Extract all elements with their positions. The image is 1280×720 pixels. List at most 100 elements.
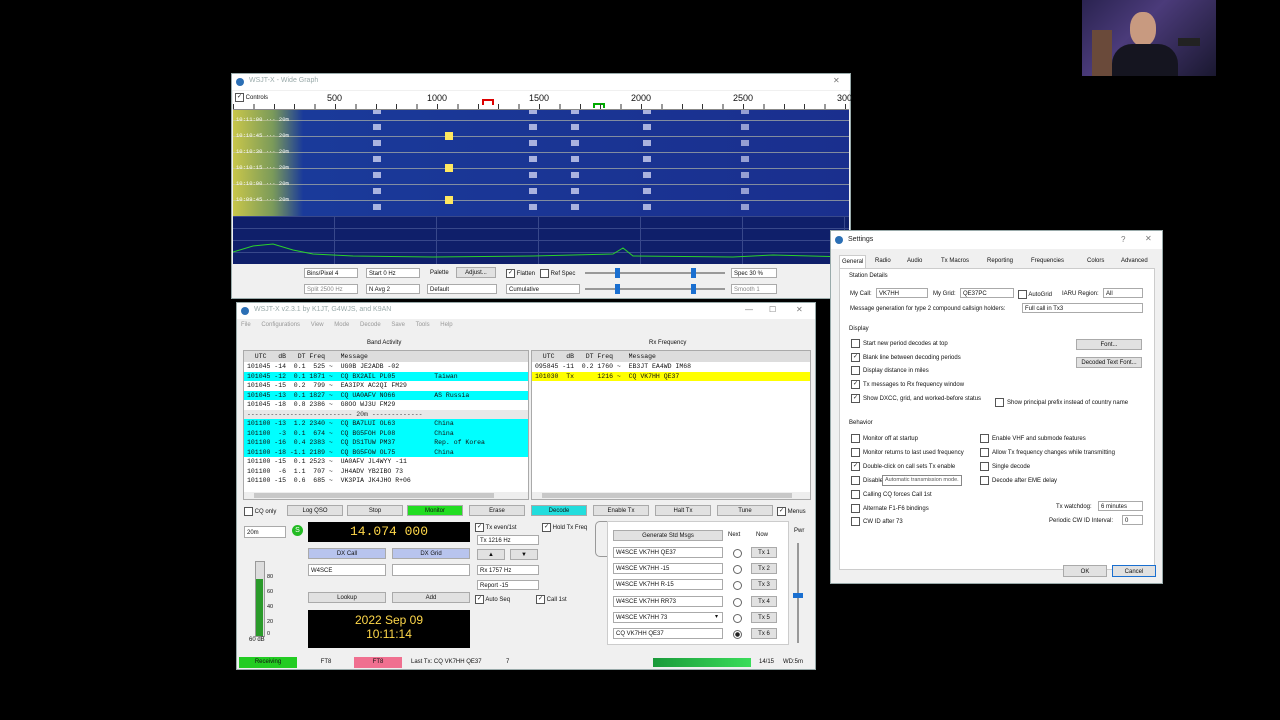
checkbox-box[interactable] <box>851 503 860 513</box>
band-activity-hscroll[interactable] <box>244 492 528 499</box>
tx5-dropdown-chevron-icon[interactable]: ▾ <box>715 613 718 620</box>
my-grid-input[interactable]: QE37PC <box>960 288 1014 298</box>
font-button[interactable]: Font... <box>1076 339 1142 350</box>
monitor-button[interactable]: Monitor <box>407 505 463 516</box>
behavior-option-checkbox[interactable]: ✓ Double-click on call sets Tx enable <box>851 461 955 471</box>
band-activity-row[interactable]: --------------------------- 20m --------… <box>244 409 528 419</box>
tx-next-radio-1[interactable] <box>733 549 742 558</box>
auto-seq-checkbox[interactable]: ✓ Auto Seq <box>475 595 510 604</box>
checkbox-box[interactable] <box>851 489 860 499</box>
behavior-option-checkbox[interactable]: Single decode <box>980 461 1030 471</box>
tx-next-radio-5[interactable] <box>733 613 742 623</box>
tx-now-button-1[interactable]: Tx 1 <box>751 547 777 558</box>
display-option-checkbox[interactable]: Start new period decodes at top <box>851 339 948 348</box>
decoded-text-font-button[interactable]: Decoded Text Font... <box>1076 357 1142 368</box>
n-avg-spinbox[interactable]: N Avg 2 <box>366 284 420 294</box>
my-call-input[interactable]: VK7HH <box>876 288 928 298</box>
iaru-region-select[interactable]: All <box>1103 288 1143 298</box>
tab-advanced[interactable]: Advanced <box>1119 255 1150 267</box>
checkbox-box[interactable]: ✓ <box>851 393 860 403</box>
checkbox-box[interactable] <box>851 339 860 348</box>
checkbox-box[interactable] <box>851 434 860 443</box>
halt-tx-button[interactable]: Halt Tx <box>655 505 711 516</box>
menu-tools[interactable]: Tools <box>416 322 430 328</box>
checkbox-box[interactable]: ✓ <box>851 352 860 362</box>
checkbox-box[interactable] <box>980 475 989 485</box>
menu-save[interactable]: Save <box>391 322 405 328</box>
maximize-icon[interactable]: ☐ <box>769 305 776 314</box>
menus-checkbox[interactable]: ✓ Menus <box>777 507 806 516</box>
band-activity-row[interactable]: 101100 -6 1.1 707 ~ JH4ADV YB2IBO 73 <box>244 467 528 477</box>
checkbox-box[interactable] <box>980 447 989 457</box>
minimize-icon[interactable]: — <box>745 305 753 314</box>
band-activity-row[interactable]: 101045 -14 0.1 525 ~ UG0B JE2ADB -02 <box>244 362 528 372</box>
autogrid-checkbox[interactable]: AutoGrid <box>1018 290 1052 299</box>
controls-toggle[interactable]: ✓ Controls <box>235 93 268 102</box>
rx-frequency-hscroll[interactable] <box>532 492 810 499</box>
menu-view[interactable]: View <box>311 322 324 328</box>
checkbox-box[interactable] <box>851 475 860 485</box>
principal-prefix-checkbox[interactable]: Show principal prefix instead of country… <box>995 398 1128 407</box>
flatten-checkbox[interactable]: ✓ Flatten <box>506 269 535 278</box>
hold-tx-freq-checkbox[interactable]: ✓ Hold Tx Freq <box>542 523 587 532</box>
display-option-checkbox[interactable]: ✓ Tx messages to Rx frequency window <box>851 380 964 390</box>
checkbox-box[interactable] <box>851 517 860 527</box>
close-icon[interactable]: ✕ <box>833 76 840 85</box>
display-option-checkbox[interactable]: ✓ Show DXCC, grid, and worked-before stat… <box>851 393 981 403</box>
bins-pixel-spinbox[interactable]: Bins/Pixel 4 <box>304 268 358 278</box>
band-select[interactable]: 20m <box>244 526 286 538</box>
band-activity-row[interactable]: 101045 -12 0.1 1871 ~ CQ BX2AIL PL05 Tai… <box>244 371 528 381</box>
add-button[interactable]: Add <box>392 592 470 603</box>
band-activity-row[interactable]: 101100 -15 0.6 685 ~ VK3PIA JK4JHO R+06 <box>244 476 528 486</box>
menu-mode[interactable]: Mode <box>334 322 349 328</box>
behavior-option-checkbox[interactable]: Alternate F1-F6 bindings <box>851 503 929 513</box>
tx-message-input-2[interactable]: W4SCE VK7HH -15 <box>613 563 723 575</box>
display-option-checkbox[interactable]: Display distance in miles <box>851 366 929 376</box>
close-icon[interactable]: ✕ <box>796 305 803 314</box>
tab-radio[interactable]: Radio <box>873 255 893 267</box>
cq-only-checkbox[interactable]: CQ only <box>244 507 276 516</box>
palette-select[interactable]: Default <box>427 284 497 294</box>
tx-now-button-4[interactable]: Tx 4 <box>751 595 777 607</box>
band-activity-row[interactable]: 101100 -18 -1.1 2189 ~ CQ BG5FOW OL75 Ch… <box>244 447 528 457</box>
behavior-option-checkbox[interactable]: CW ID after 73 <box>851 517 903 527</box>
rx-to-tx-down-button[interactable]: ▼ <box>510 549 538 560</box>
generate-std-msgs-button[interactable]: Generate Std Msgs <box>613 530 723 541</box>
split-spinbox[interactable]: Split 2500 Hz <box>304 284 358 294</box>
behavior-option-checkbox[interactable]: Allow Tx frequency changes while transmi… <box>980 447 1115 457</box>
rx-frequency-row[interactable]: 095845 -11 0.2 1760 ~ EB3JT EA4WD IM68 <box>532 362 810 372</box>
lookup-button[interactable]: Lookup <box>308 592 386 603</box>
tx-next-radio-4[interactable] <box>733 597 742 607</box>
tx-message-input-3[interactable]: W4SCE VK7HH R-15 <box>613 579 723 591</box>
behavior-option-checkbox[interactable]: Monitor returns to last used frequency <box>851 447 964 457</box>
behavior-option-checkbox[interactable]: Decode after EME delay <box>980 475 1057 485</box>
tx-message-input-5[interactable]: W4SCE VK7HH 73 <box>613 611 723 623</box>
tab-audio[interactable]: Audio <box>905 255 924 267</box>
tx-freq-spinbox[interactable]: Tx 1216 Hz <box>477 535 539 545</box>
decode-button[interactable]: Decode <box>531 505 587 516</box>
smooth-spinbox[interactable]: Smooth 1 <box>731 284 777 294</box>
power-slider[interactable] <box>793 543 803 643</box>
band-activity-row[interactable]: 101045 -18 0.8 2386 ~ G8OO WJ3U FM29 <box>244 400 528 410</box>
ok-button[interactable]: OK <box>1063 565 1107 577</box>
log-qso-button[interactable]: Log QSO <box>287 505 343 516</box>
display-option-checkbox[interactable]: ✓ Blank line between decoding periods <box>851 352 961 362</box>
behavior-option-checkbox[interactable]: Monitor off at startup <box>851 434 918 443</box>
behavior-option-checkbox[interactable]: Disable <box>851 475 883 485</box>
dx-grid-input[interactable] <box>392 564 470 576</box>
band-activity-row[interactable]: 101100 -3 0.1 674 ~ CQ BG5FOH PL08 China <box>244 428 528 438</box>
tx-message-input-1[interactable]: W4SCE VK7HH QE37 <box>613 547 723 558</box>
tab-frequencies[interactable]: Frequencies <box>1029 255 1066 267</box>
menu-decode[interactable]: Decode <box>360 322 381 328</box>
checkbox-box[interactable] <box>980 461 989 471</box>
erase-button[interactable]: Erase <box>469 505 525 516</box>
cw-id-interval-spinbox[interactable]: 0 <box>1122 515 1143 525</box>
band-activity-row[interactable]: 101045 -15 0.2 799 ~ EA3IPX AC2QI FM29 <box>244 381 528 391</box>
band-activity-row[interactable]: 101045 -13 0.1 1827 ~ CQ UA0AFV NO66 AS … <box>244 390 528 400</box>
checkbox-box[interactable]: ✓ <box>851 461 860 471</box>
controls-checkbox[interactable]: ✓ <box>235 93 244 102</box>
tx-now-button-2[interactable]: Tx 2 <box>751 563 777 575</box>
spectrum-mode-select[interactable]: Cumulative <box>506 284 580 294</box>
tab-colors[interactable]: Colors <box>1085 255 1106 267</box>
tx-watchdog-spinbox[interactable]: 6 minutes <box>1098 501 1143 511</box>
